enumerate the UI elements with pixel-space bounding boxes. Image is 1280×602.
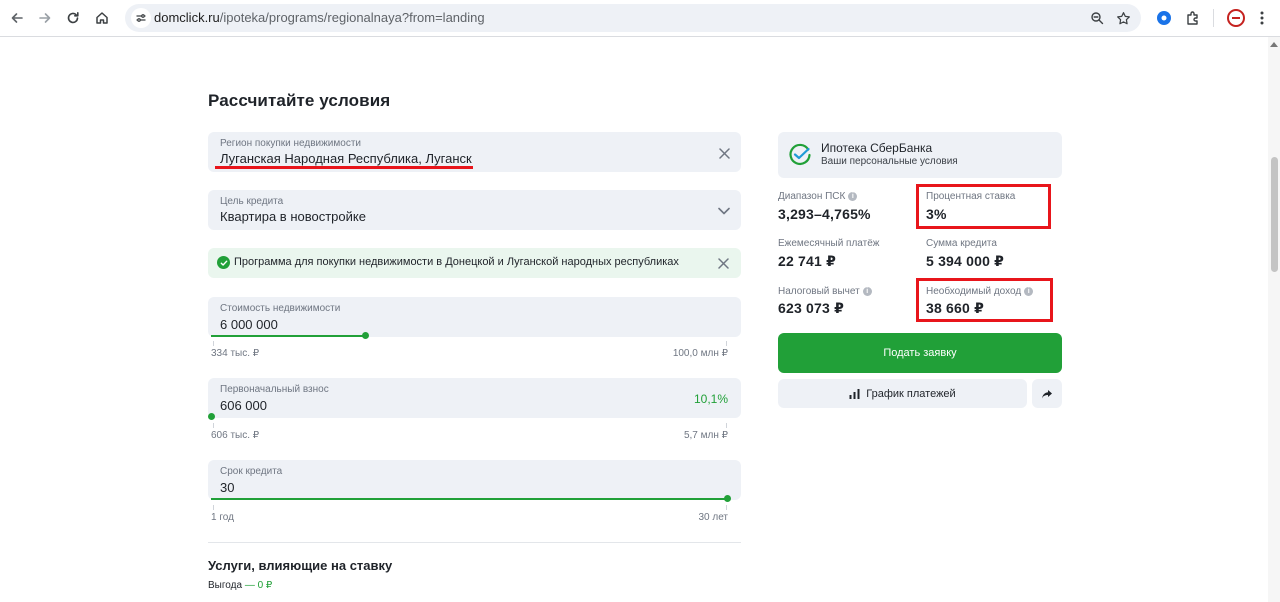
monthly-payment-label: Ежемесячный платёж — [778, 238, 880, 249]
notice-text: Программа для покупки недвижимости в Дон… — [234, 256, 679, 268]
benefit-label: Выгода — [208, 580, 243, 591]
scroll-up-icon[interactable] — [1270, 41, 1278, 47]
bookmark-star-icon[interactable] — [1114, 9, 1132, 27]
loan-term-field[interactable]: Срок кредита 30 — [208, 460, 741, 500]
down-payment-label: Первоначальный взнос — [220, 384, 329, 395]
loan-purpose-select[interactable]: Цель кредита Квартира в новостройке — [208, 190, 741, 230]
bank-name: Ипотека СберБанка — [821, 141, 933, 155]
reload-button[interactable] — [60, 5, 86, 31]
browser-menu-icon[interactable] — [1252, 8, 1272, 28]
loan-amount-value: 5 394 000 ₽ — [926, 253, 1005, 269]
zoom-icon[interactable] — [1088, 9, 1106, 27]
notice-close-button[interactable] — [718, 256, 731, 269]
share-button[interactable] — [1032, 379, 1062, 408]
purpose-label: Цель кредита — [220, 196, 284, 207]
back-button[interactable] — [4, 5, 30, 31]
url-text: domclick.ru/ipoteka/programs/regionalnay… — [154, 10, 485, 25]
psk-value: 3,293–4,765% — [778, 206, 871, 222]
psk-label: Диапазон ПСК i — [778, 191, 858, 202]
tax-deduction-label-text: Налоговый вычет — [778, 286, 860, 297]
loan-term-min: 1 год — [211, 512, 234, 523]
site-info-icon[interactable] — [131, 8, 151, 28]
clear-region-button[interactable] — [717, 146, 731, 160]
reload-icon — [67, 12, 79, 24]
loan-term-slider-fill — [211, 498, 727, 500]
slider-tick — [726, 341, 727, 346]
down-payment-min: 606 тыс. ₽ — [211, 430, 260, 441]
info-icon[interactable]: i — [862, 287, 872, 296]
rate-annotation-box — [916, 184, 1051, 229]
slider-tick — [726, 505, 727, 510]
slider-tick — [213, 505, 214, 510]
bank-offer-card[interactable]: Ипотека СберБанка Ваши персональные усло… — [778, 132, 1062, 178]
down-payment-field[interactable]: Первоначальный взнос 606 000 10,1% — [208, 378, 741, 418]
sberbank-logo-icon — [789, 143, 811, 166]
loan-term-value: 30 — [220, 480, 235, 495]
property-cost-max: 100,0 млн ₽ — [672, 348, 728, 359]
down-payment-value: 606 000 — [220, 398, 267, 413]
extensions-puzzle-icon[interactable] — [1183, 8, 1203, 28]
slider-tick — [213, 341, 214, 346]
page-scrollbar[interactable] — [1268, 37, 1280, 602]
property-cost-slider-handle[interactable] — [362, 332, 370, 339]
income-annotation-box — [916, 278, 1053, 322]
program-notice: Программа для покупки недвижимости в Дон… — [208, 248, 741, 278]
tax-deduction-value: 623 073 ₽ — [778, 300, 845, 316]
home-icon — [96, 12, 108, 24]
property-cost-slider-fill — [211, 335, 366, 337]
property-cost-label: Стоимость недвижимости — [220, 303, 341, 314]
home-button[interactable] — [89, 5, 115, 31]
loan-term-label: Срок кредита — [220, 466, 283, 477]
profile-avatar-icon[interactable] — [1226, 8, 1246, 28]
down-payment-max: 5,7 млн ₽ — [683, 430, 728, 441]
bank-subtitle: Ваши персональные условия — [821, 156, 958, 167]
toolbar-divider — [1213, 9, 1214, 27]
extension-icon[interactable] — [1154, 8, 1174, 28]
slider-tick — [726, 423, 727, 428]
close-icon — [718, 147, 730, 159]
share-arrow-icon — [1042, 389, 1052, 398]
region-value: Луганская Народная Республика, Луганск — [220, 151, 472, 166]
chevron-down-icon[interactable] — [717, 204, 731, 218]
check-circle-icon — [217, 256, 230, 269]
scrollbar-thumb[interactable] — [1271, 157, 1278, 272]
loan-term-slider-handle[interactable] — [723, 495, 731, 502]
address-bar[interactable]: domclick.ru/ipoteka/programs/regionalnay… — [125, 4, 1141, 32]
bar-chart-icon — [849, 388, 860, 399]
region-annotation-underline — [215, 166, 473, 169]
loan-term-max: 30 лет — [698, 512, 728, 523]
monthly-payment-value: 22 741 ₽ — [778, 253, 837, 269]
services-title: Услуги, влияющие на ставку — [208, 558, 393, 573]
page-title: Рассчитайте условия — [208, 91, 391, 110]
tax-deduction-label: Налоговый вычет i — [778, 286, 872, 297]
arrow-right-icon — [39, 13, 51, 23]
region-label: Регион покупки недвижимости — [220, 138, 361, 149]
property-cost-field[interactable]: Стоимость недвижимости 6 000 000 — [208, 297, 741, 337]
slider-tick — [213, 423, 214, 428]
benefit-row: Выгода — 0 ₽ — [208, 580, 272, 591]
down-payment-percent: 10,1% — [693, 392, 728, 406]
browser-toolbar: domclick.ru/ipoteka/programs/regionalnay… — [0, 0, 1280, 37]
close-icon — [718, 258, 729, 269]
arrow-left-icon — [11, 13, 23, 23]
apply-button[interactable]: Подать заявку — [778, 333, 1062, 373]
payment-schedule-button[interactable]: График платежей — [778, 379, 1027, 408]
purpose-value: Квартира в новостройке — [220, 209, 366, 224]
property-cost-min: 334 тыс. ₽ — [211, 348, 260, 359]
property-cost-value: 6 000 000 — [220, 317, 278, 332]
psk-label-text: Диапазон ПСК — [778, 191, 846, 202]
benefit-value: — 0 ₽ — [244, 580, 273, 591]
info-icon[interactable]: i — [848, 192, 858, 201]
payment-schedule-label: График платежей — [866, 387, 956, 400]
down-payment-slider-handle[interactable] — [207, 413, 215, 420]
section-divider — [208, 542, 741, 543]
forward-button[interactable] — [32, 5, 58, 31]
loan-amount-label: Сумма кредита — [926, 238, 997, 249]
